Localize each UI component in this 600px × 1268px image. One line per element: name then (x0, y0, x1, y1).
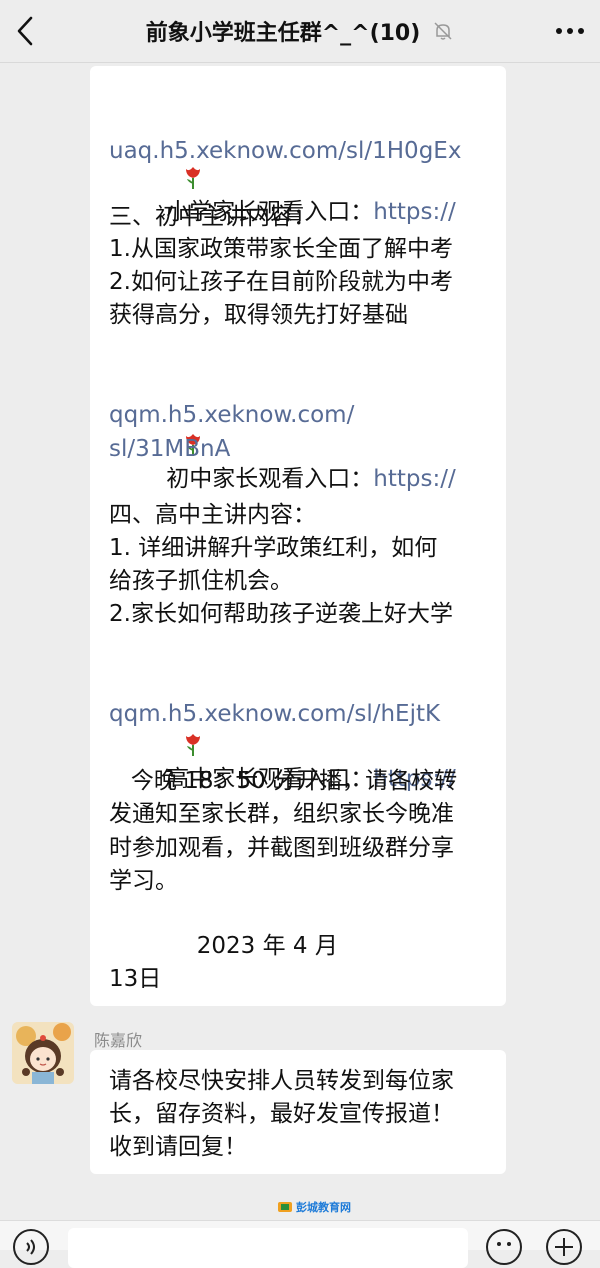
notice-line-2: 发通知至家长群，组织家长今晚准 (109, 801, 454, 827)
chat-title-wrap: 前象小学班主任群^_^(10) (0, 0, 600, 62)
message-bubble-reply[interactable]: 请各校尽快安排人员转发到每位家 长，留存资料，最好发宣传报道！ 收到请回复！ (90, 1050, 506, 1174)
more-dots-icon[interactable] (554, 18, 586, 44)
junior-point-1: 1.从国家政策带家长全面了解中考 (109, 236, 453, 262)
primary-entry-link-2[interactable]: uaq.h5.xeknow.com/sl/1H0gEx (109, 135, 461, 168)
reply-line-3: 收到请回复！ (109, 1134, 247, 1160)
chat-title: 前象小学班主任群^_^(10) (145, 21, 421, 46)
date-line-2: 13日 (109, 966, 162, 992)
watermark: 彭城教育网 (277, 1198, 351, 1216)
junior-entry-link-2[interactable]: qqm.h5.xeknow.com/ (109, 399, 354, 432)
junior-point-2b: 获得高分，取得领先打好基础 (109, 302, 408, 328)
notice-line-4: 学习。 (109, 868, 178, 894)
senior-point-2: 2.家长如何帮助孩子逆袭上好大学 (109, 601, 453, 627)
input-bar (0, 1220, 600, 1268)
junior-entry-link-1[interactable]: https:// (373, 466, 455, 492)
senior-entry-link-2[interactable]: qqm.h5.xeknow.com/sl/hEjtK (109, 698, 440, 731)
reply-line-2: 长，留存资料，最好发宣传报道！ (109, 1101, 454, 1127)
notice-line-1: 今晚 18：50 分开播，请各校转 (109, 768, 458, 794)
reply-line-1: 请各校尽快安排人员转发到每位家 (109, 1068, 454, 1094)
plus-icon[interactable] (546, 1229, 582, 1265)
girl-avatar-icon[interactable] (12, 1022, 74, 1084)
senior-point-1b: 给孩子抓住机会。 (109, 568, 293, 594)
bell-muted-icon (432, 20, 454, 42)
message-input[interactable] (68, 1228, 468, 1268)
notice-line-3: 时参加观看，并截图到班级群分享 (109, 835, 454, 861)
watermark-logo-icon (278, 1202, 292, 1212)
message-bubble-main[interactable]: 小学家长观看入口：https:// uaq.h5.xeknow.com/sl/1… (90, 66, 506, 1006)
junior-entry-label: 初中家长观看入口： (166, 466, 374, 492)
junior-entry-link-3[interactable]: sl/31MBnA (109, 433, 230, 466)
primary-entry-link-1[interactable]: https:// (373, 199, 455, 225)
sender-name: 陈嘉欣 (94, 1031, 143, 1050)
date-line-1: 2023 年 4 月 (109, 933, 338, 959)
junior-point-2a: 2.如何让孩子在目前阶段就为中考 (109, 269, 453, 295)
senior-heading: 四、高中主讲内容： (109, 502, 316, 528)
senior-point-1a: 1. 详细讲解升学政策红利，如何 (109, 535, 438, 561)
emoji-icon[interactable] (486, 1229, 522, 1265)
watermark-text: 彭城教育网 (296, 1201, 351, 1214)
chat-header: 前象小学班主任群^_^(10) (0, 0, 600, 63)
junior-heading: 三、初中主讲内容： (109, 204, 316, 230)
voice-icon[interactable] (13, 1229, 49, 1265)
